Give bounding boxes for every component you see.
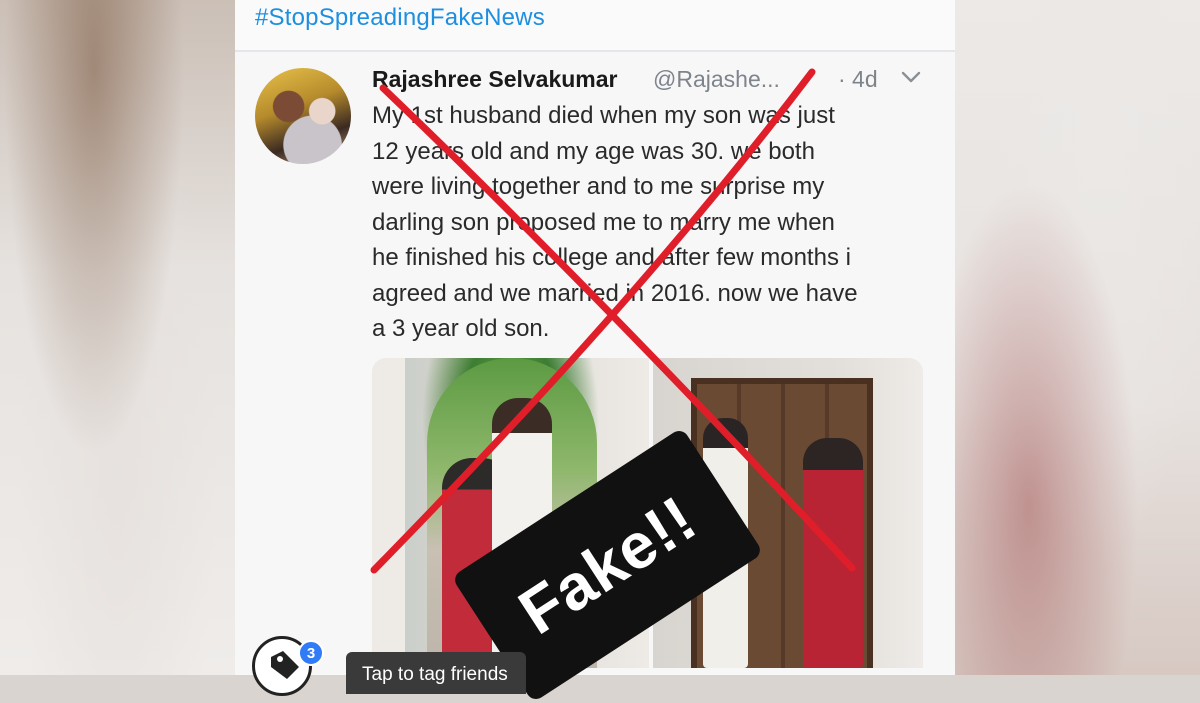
tweet-text-line: 12 years old and my age was 30. we both — [372, 137, 815, 165]
tweet-text-line: darling son proposed me to marry me when — [372, 208, 835, 236]
blurred-background-left — [0, 0, 235, 675]
tag-friends-tooltip[interactable]: Tap to tag friends — [346, 652, 526, 694]
tweet-text-line: My 1st husband died when my son was just — [372, 102, 835, 129]
tweet-text-line: agreed and we married in 2016. now we ha… — [372, 279, 858, 307]
tweet-text: My 1st husband died when my son was just… — [372, 98, 932, 347]
tweet-text-line: a 3 year old son. — [372, 315, 550, 342]
display-name[interactable]: Rajashree Selvakumar — [372, 66, 618, 93]
tweet-text-line: he finished his college and after few mo… — [372, 244, 851, 271]
timestamp[interactable]: · 4d — [838, 66, 878, 93]
chevron-down-icon[interactable] — [900, 66, 922, 88]
tweet-text-line: were living together and to me surprise … — [372, 173, 825, 200]
blurred-background-right — [955, 0, 1200, 675]
user-handle[interactable]: @Rajashe... — [653, 66, 780, 93]
tag-count-badge: 3 — [298, 640, 324, 666]
avatar[interactable] — [255, 68, 351, 164]
hashtag-link[interactable]: #StopSpreadingFakeNews — [255, 4, 545, 32]
photo-person — [803, 438, 863, 668]
